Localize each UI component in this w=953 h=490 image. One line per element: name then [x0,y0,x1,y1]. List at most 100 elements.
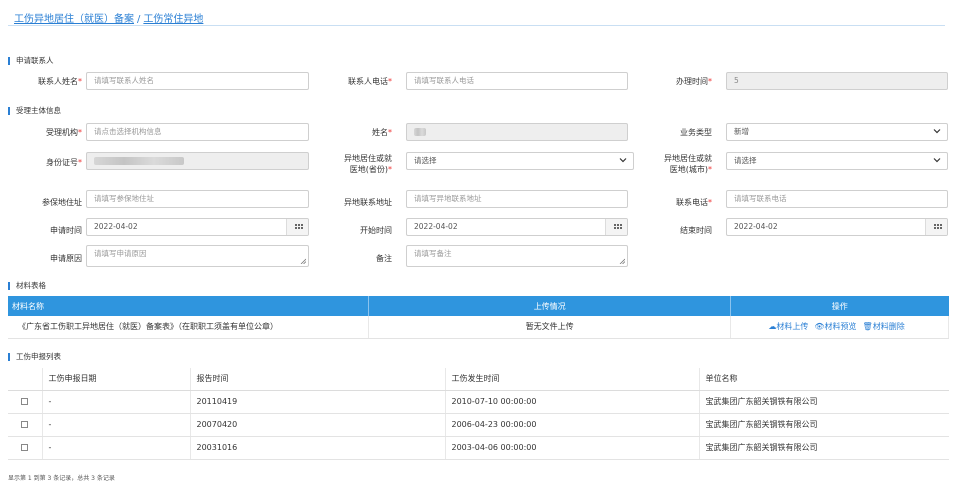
unit-name: 宝武集团广东韶关钢铁有限公司 [699,413,949,437]
chevron-down-icon [619,158,627,163]
table-row[interactable]: - 20070420 2006-04-23 00:00:00 宝武集团广东韶关钢… [8,413,949,437]
row-checkbox[interactable] [21,421,29,428]
report-date: - [42,413,191,437]
apply-time-value: 2022-04-02 [94,222,138,231]
breadcrumb-link-current[interactable]: 工伤常住异地 [143,14,203,25]
occur-time: 2006-04-23 00:00:00 [445,413,700,437]
remote-addr-input[interactable]: 请填写异地联系地址 [406,190,628,208]
remark-placeholder: 请填写备注 [414,249,452,258]
phone-input[interactable]: 请填写联系电话 [726,190,948,208]
reason-placeholder: 请填写申请原因 [94,249,147,258]
province-value: 请选择 [414,156,437,165]
contact-name-input[interactable]: 请填写联系人姓名 [86,72,309,90]
contact-phone-label: 联系人电话* [348,77,392,86]
section-title-applicant: 申请联系人 [8,57,54,65]
calendar-icon[interactable] [286,219,308,235]
redacted-name [414,128,426,136]
biz-type-value: 新增 [734,127,749,136]
start-time-input[interactable]: 2022-04-02 [406,218,628,236]
materials-table: 材料名称 上传情况 操作 《广东省工伤职工异地居住（就医）备案表》（在职职工须盖… [8,296,949,339]
name-label: 姓名* [372,128,392,137]
remark-textarea[interactable]: 请填写备注 [406,245,628,267]
breadcrumb-separator: / [137,14,141,25]
city-select[interactable]: 请选择 [726,152,948,170]
select-column-header [8,368,43,391]
table-row[interactable]: - 20110419 2010-07-10 00:00:00 宝武集团广东韶关钢… [8,390,949,414]
start-time-value: 2022-04-02 [414,222,458,231]
preview-button[interactable]: 👁材料预览 [814,322,856,331]
calendar-icon[interactable] [605,219,627,235]
breadcrumb-link-parent[interactable]: 工伤异地居住（就医）备案 [14,14,134,25]
remark-label: 备注 [376,254,392,263]
insured-addr-label: 参保地住址 [42,198,82,207]
row-select[interactable] [8,413,43,437]
remote-addr-label: 异地联系地址 [344,198,392,207]
section-title-subject: 受理主体信息 [8,107,61,115]
province-select[interactable]: 请选择 [406,152,634,170]
material-name: 《广东省工伤职工异地居住（就医）备案表》（在职职工须盖有单位公章） [8,316,370,339]
materials-header-status: 上传情况 [368,296,732,316]
material-status: 暂无文件上传 [368,316,732,339]
id-no-label: 身份证号* [46,158,82,167]
apply-time-label: 申请时间 [50,226,82,235]
table-row: 《广东省工伤职工异地居住（就医）备案表》（在职职工须盖有单位公章） 暂无文件上传… [8,316,949,339]
start-time-label: 开始时间 [360,226,392,235]
upload-button[interactable]: ☁材料上传 [768,322,808,331]
reports-header-report: 报告时间 [190,368,446,391]
city-value: 请选择 [734,156,757,165]
resize-handle-icon[interactable] [619,258,625,264]
chevron-down-icon [933,129,941,134]
end-time-value: 2022-04-02 [734,222,778,231]
chevron-down-icon [933,158,941,163]
unit-name: 宝武集团广东韶关钢铁有限公司 [699,390,949,414]
row-select[interactable] [8,390,43,414]
reports-table: 工伤申报日期 报告时间 工伤发生时间 单位名称 - 20110419 2010-… [8,368,949,460]
delete-button[interactable]: 🗑材料删除 [863,322,905,331]
trash-icon: 🗑 [862,322,873,332]
unit-name: 宝武集团广东韶关钢铁有限公司 [699,436,949,460]
breadcrumb-divider [8,25,945,26]
row-select[interactable] [8,436,43,460]
pagination-info: 显示第 1 到第 3 条记录，总共 3 条记录 [8,475,115,482]
materials-header-name: 材料名称 [8,296,370,316]
reason-label: 申请原因 [50,254,82,263]
province-label: 异地居住或就 医地(省份)* [344,154,392,174]
contact-phone-input[interactable]: 请填写联系人电话 [406,72,628,90]
phone-label: 联系电话* [676,198,712,207]
biz-type-label: 业务类型 [680,128,712,137]
occur-time: 2003-04-06 00:00:00 [445,436,700,460]
redacted-id [94,157,184,165]
handle-time-label: 办理时间* [676,77,712,86]
reason-textarea[interactable]: 请填写申请原因 [86,245,309,267]
materials-header-ops: 操作 [730,296,949,316]
end-time-label: 结束时间 [680,226,712,235]
contact-name-label: 联系人姓名* [38,77,82,86]
material-ops: ☁材料上传 👁材料预览 🗑材料删除 [730,316,949,339]
report-time: 20110419 [190,390,446,414]
row-checkbox[interactable] [21,444,29,451]
name-input [406,123,628,141]
reports-header-occur: 工伤发生时间 [445,368,700,391]
end-time-input[interactable]: 2022-04-02 [726,218,948,236]
insured-addr-input[interactable]: 请填写参保地住址 [86,190,309,208]
biz-type-select[interactable]: 新增 [726,123,948,141]
section-title-materials: 材料表格 [8,282,46,290]
calendar-icon[interactable] [925,219,947,235]
reports-header-date: 工伤申报日期 [42,368,191,391]
apply-time-input[interactable]: 2022-04-02 [86,218,309,236]
handle-time-input: 5 [726,72,948,90]
agency-label: 受理机构* [46,128,82,137]
table-row[interactable]: - 20031016 2003-04-06 00:00:00 宝武集团广东韶关钢… [8,436,949,460]
report-time: 20070420 [190,413,446,437]
city-label: 异地居住或就 医地(城市)* [664,154,712,174]
section-title-reports: 工伤申报列表 [8,353,61,361]
report-date: - [42,390,191,414]
reports-header-unit: 单位名称 [699,368,949,391]
breadcrumb: 工伤异地居住（就医）备案 / 工伤常住异地 [14,10,203,25]
occur-time: 2010-07-10 00:00:00 [445,390,700,414]
agency-input[interactable]: 请点击选择机构信息 [86,123,309,141]
eye-icon: 👁 [814,322,825,332]
resize-handle-icon[interactable] [300,258,306,264]
id-no-input [86,152,309,170]
row-checkbox[interactable] [21,398,29,405]
